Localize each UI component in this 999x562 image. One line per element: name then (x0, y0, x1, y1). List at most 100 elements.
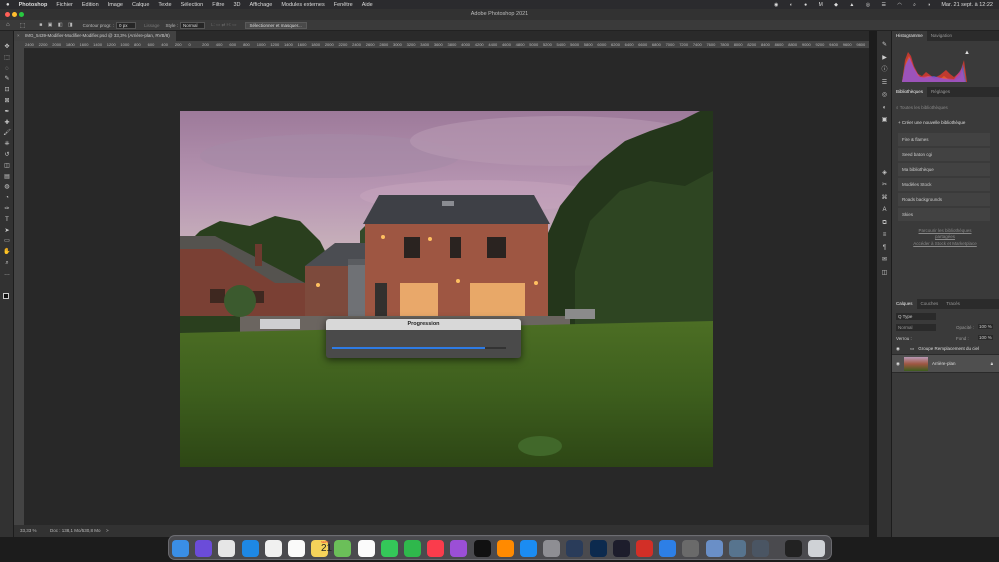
document-image[interactable] (180, 111, 713, 467)
glyphs-panel-icon[interactable]: A (880, 206, 889, 215)
minimize-window-button[interactable] (12, 12, 17, 17)
paragraph-panel-icon[interactable]: ¶ (880, 244, 889, 253)
clock[interactable]: Mar. 21 sept. à 12:22 (941, 2, 993, 8)
lissage-checkbox[interactable]: Lissage (144, 23, 160, 28)
layer-name[interactable]: Groupe Remplacement du ciel (918, 346, 979, 351)
launchpad-dock-icon[interactable] (218, 540, 236, 557)
color-panel-icon[interactable]: ◐ (880, 104, 889, 113)
system-preferences-dock-icon[interactable] (543, 540, 561, 557)
pen-tool-icon[interactable]: ✑ (2, 205, 12, 214)
horizontal-ruler[interactable]: 2400 2200 2000 1800 1600 1400 1200 1000 800 600 40… (24, 41, 869, 49)
blend-mode-select[interactable]: Normal (896, 324, 936, 331)
foreground-color-swatch[interactable] (3, 293, 9, 299)
type-tool-icon[interactable]: T (2, 216, 12, 225)
tv-dock-icon[interactable] (473, 540, 491, 557)
selection-mode-icons[interactable]: ■ ▣ ◧ ◨ (39, 22, 74, 28)
move-tool-icon[interactable]: ✥ (2, 43, 12, 52)
crop-tool-icon[interactable]: ⊡ (2, 86, 12, 95)
eyedropper-tool-icon[interactable]: ✒ (2, 108, 12, 117)
visibility-icon[interactable]: ◉ (896, 361, 900, 367)
menu-3d[interactable]: 3D (233, 2, 240, 8)
layer-row-background[interactable]: ◉ Arrière-plan 🔒︎ (892, 355, 999, 373)
opacity-input[interactable]: 100 % (978, 324, 993, 329)
document-tab[interactable]: × IMG_5439-Modifier-Modifier-Modifier.ps… (14, 31, 176, 41)
lightroom-classic-dock-icon[interactable] (566, 540, 584, 557)
layer-filter[interactable]: Q Type (896, 313, 936, 320)
calendar-dock-icon[interactable] (288, 540, 305, 557)
more-tool-icon[interactable]: … (2, 270, 12, 279)
library-item[interactable]: Fire & flames (898, 133, 990, 146)
frame-tool-icon[interactable]: ⊠ (2, 97, 12, 106)
utility-dock-icon[interactable] (705, 540, 723, 557)
menu-aide[interactable]: Aide (362, 2, 373, 8)
marquee-tool-icon[interactable]: ⬚ (2, 54, 12, 63)
hand-tool-icon[interactable]: ✋ (2, 248, 12, 257)
path-select-tool-icon[interactable]: ➤ (2, 227, 12, 236)
marquee-preset-icon[interactable]: ⬚ (20, 22, 26, 29)
dodge-tool-icon[interactable]: ◔ (2, 194, 12, 203)
properties-panel-icon[interactable]: ☰ (880, 79, 889, 88)
visibility-icon[interactable]: ◉ (896, 346, 900, 352)
play-actions-panel-icon[interactable]: ▶ (880, 54, 889, 63)
layer-row-group[interactable]: ◉ ▭ Groupe Remplacement du ciel (892, 343, 999, 355)
menu-fichier[interactable]: Fichier (56, 2, 73, 8)
healing-tool-icon[interactable]: ✚ (2, 119, 12, 128)
photoshop-dock-icon[interactable] (589, 540, 607, 557)
tab-navigation[interactable]: Navigation (927, 31, 956, 41)
gradient-tool-icon[interactable]: ▤ (2, 173, 12, 182)
menu-affichage[interactable]: Affichage (249, 2, 272, 8)
style-select[interactable]: Normal (179, 21, 205, 29)
stock-marketplace-link[interactable]: Accéder à Stock et Marketplace (910, 241, 980, 247)
history-brush-tool-icon[interactable]: ↺ (2, 151, 12, 160)
appstore-dock-icon[interactable] (520, 540, 537, 557)
home-icon[interactable]: ⌂ (6, 22, 10, 28)
rectangle-tool-icon[interactable]: ▭ (2, 237, 12, 246)
histogram-warning-icon[interactable]: ▲ (964, 50, 970, 56)
podcasts-dock-icon[interactable] (450, 540, 468, 557)
screenshot-dock-icon[interactable] (752, 540, 769, 557)
layer-name[interactable]: Arrière-plan (932, 361, 956, 366)
tab-calques[interactable]: Calques (892, 299, 917, 309)
libraries-3d-panel-icon[interactable]: ◫ (880, 269, 889, 278)
bridge-dock-icon[interactable] (612, 540, 630, 557)
close-doc-icon[interactable]: × (17, 31, 20, 41)
zoom-level[interactable]: 33,33 % (20, 525, 37, 537)
apple-icon[interactable]: ● (6, 2, 10, 8)
tab-reglages[interactable]: Réglages (927, 87, 954, 97)
tab-bibliotheques[interactable]: Bibliothèques (892, 87, 928, 97)
menu-calque[interactable]: Calque (132, 2, 149, 8)
blur-tool-icon[interactable]: ◍ (2, 183, 12, 192)
safari-dock-icon[interactable] (241, 540, 259, 557)
character-panel-icon[interactable]: ≡ (880, 231, 889, 240)
menu-selection[interactable]: Sélection (181, 2, 204, 8)
facetime-dock-icon[interactable] (404, 540, 421, 557)
eraser-tool-icon[interactable]: ◫ (2, 162, 12, 171)
menu-image[interactable]: Image (108, 2, 123, 8)
zoom-window-button[interactable] (19, 12, 24, 17)
contour-input[interactable]: 0 px (115, 21, 136, 29)
capture-one-dock-icon[interactable] (785, 540, 803, 557)
info-panel-icon[interactable]: ⓘ (880, 66, 889, 75)
browse-shared-libraries-link[interactable]: Parcourir les bibliothèques partagées (910, 228, 980, 240)
zoom-tool-icon[interactable]: ⌕ (2, 259, 12, 268)
finder-dock-icon[interactable] (172, 540, 189, 557)
lasso-tool-icon[interactable]: ◌ (2, 65, 12, 74)
paths-panel-icon[interactable]: ✂ (880, 181, 889, 190)
menu-photoshop[interactable]: Photoshop (19, 2, 48, 8)
channels-panel-icon[interactable]: ◎ (880, 91, 889, 100)
menu-modules[interactable]: Modules externes (281, 2, 324, 8)
vertical-ruler[interactable] (14, 41, 24, 525)
library-item[interactable]: Modèles Stock (898, 178, 990, 191)
create-library-button[interactable]: + Créer une nouvelle bibliothèque (898, 120, 965, 125)
network-dock-icon[interactable] (728, 540, 746, 557)
library-item[interactable]: Ma bibliothèque (898, 163, 990, 176)
menu-texte[interactable]: Texte (158, 2, 171, 8)
status-menu-arrow[interactable]: > (106, 525, 109, 537)
close-window-button[interactable] (5, 12, 10, 17)
menu-filtre[interactable]: Filtre (212, 2, 224, 8)
tab-traces[interactable]: Tracés (942, 299, 964, 309)
music-dock-icon[interactable] (427, 540, 445, 557)
trash-dock-icon[interactable] (808, 540, 826, 557)
clone-source-panel-icon[interactable]: ⌘ (880, 194, 889, 203)
maps-dock-icon[interactable] (334, 540, 352, 557)
